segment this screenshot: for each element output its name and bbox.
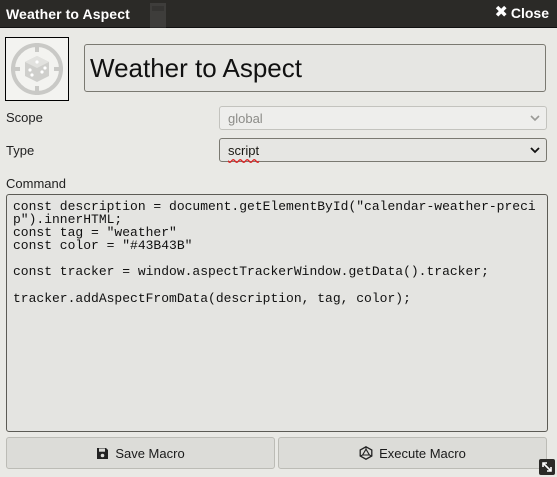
d20-dice-icon xyxy=(359,446,373,460)
floppy-disk-icon xyxy=(97,447,109,459)
execute-macro-button[interactable]: Execute Macro xyxy=(278,437,547,469)
close-button[interactable]: ✖ Close xyxy=(494,4,549,22)
command-textarea[interactable]: const description = document.getElementB… xyxy=(6,194,548,432)
type-value: script xyxy=(228,143,260,158)
macro-name-input[interactable] xyxy=(84,44,546,92)
window-header[interactable]: Weather to Aspect ✖ Close xyxy=(0,0,557,28)
command-label: Command xyxy=(6,176,66,191)
chevron-down-icon xyxy=(530,147,540,154)
resize-handle-icon xyxy=(542,462,552,472)
type-select[interactable]: script xyxy=(219,138,547,162)
type-label: Type xyxy=(6,143,35,158)
close-label: Close xyxy=(510,5,549,21)
scope-value: global xyxy=(228,111,263,126)
scope-label: Scope xyxy=(6,110,43,125)
close-icon: ✖ xyxy=(494,4,508,21)
save-macro-label: Save Macro xyxy=(115,445,185,461)
execute-macro-label: Execute Macro xyxy=(379,445,466,461)
dice-icon xyxy=(11,43,63,95)
scope-select: global xyxy=(219,106,547,130)
resize-handle[interactable] xyxy=(539,459,555,475)
window-title: Weather to Aspect xyxy=(6,6,130,22)
save-macro-button[interactable]: Save Macro xyxy=(6,437,275,469)
macro-image[interactable] xyxy=(5,37,69,101)
chevron-down-icon xyxy=(530,115,540,122)
header-decoration-icon xyxy=(150,3,166,28)
